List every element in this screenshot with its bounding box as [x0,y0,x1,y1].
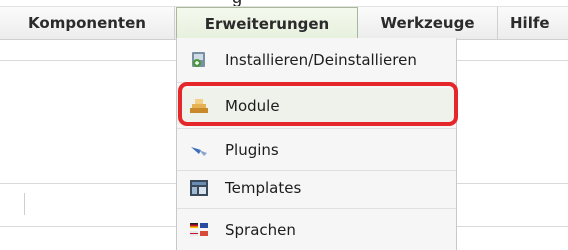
dropdown-item-label: Installieren/Deinstallieren [225,51,417,69]
dropdown-item-plugins[interactable]: Plugins [177,132,456,168]
dropdown-item-label: Sprachen [225,221,296,239]
separator [177,128,456,129]
highlight-annotation [178,82,458,126]
menu-bar: Komponenten Erweiterungen Werkzeuge Hilf… [0,6,568,41]
dropdown-item-label: Plugins [225,141,279,159]
separator [177,208,456,209]
dropdown-item-sprachen[interactable]: Sprachen [177,212,456,248]
menu-komponenten[interactable]: Komponenten [0,7,175,39]
template-icon [189,179,209,197]
plugin-icon [189,141,209,159]
dropdown-item-templates[interactable]: Templates [177,170,456,206]
menu-werkzeuge[interactable]: Werkzeuge [358,7,498,39]
dropdown-item-label: Templates [225,179,302,197]
extensions-dropdown: Installieren/Deinstallieren Module Plugi… [176,38,457,250]
dropdown-item-install[interactable]: Installieren/Deinstallieren [177,42,456,78]
menu-hilfe[interactable]: Hilfe [498,7,568,39]
menu-erweiterungen[interactable]: Erweiterungen [176,7,358,41]
install-package-icon [189,51,209,69]
page-field-edge [24,193,25,215]
language-icon [189,221,209,239]
